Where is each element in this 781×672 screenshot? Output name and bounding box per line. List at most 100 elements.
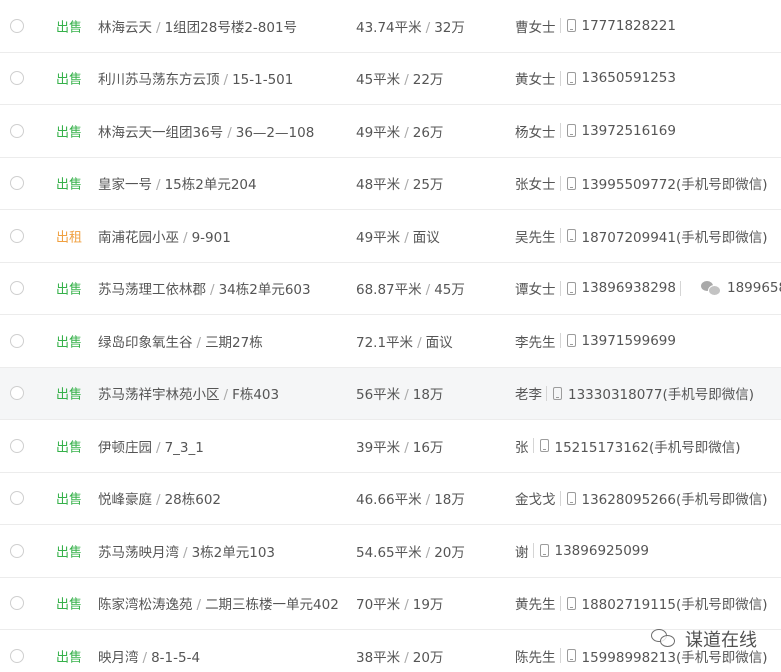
listing-title[interactable]: 陈家湾松涛逸苑 / 二期三栋楼一单元402 (98, 593, 339, 613)
separator: / (223, 72, 229, 89)
table-row[interactable]: 出租 南浦花园小巫/9-901 49平米 / 面议 吴先生 18707209941(手机号即… (0, 210, 781, 263)
separator: / (425, 19, 431, 36)
listing-title[interactable]: 绿岛印象氧生谷 / 三期27栋 (98, 331, 263, 351)
contact-name: 张女士 (515, 177, 556, 194)
separator: / (404, 387, 409, 404)
divider (559, 648, 561, 664)
community-name: 苏马荡祥宇林苑小区 (98, 387, 220, 404)
unit-number: 3栋2单元103 (191, 544, 276, 561)
select-radio[interactable] (10, 648, 24, 663)
area-value: 68.87平米 (356, 282, 422, 299)
listing-title[interactable]: 映月湾/8-1-5-4 (98, 646, 200, 666)
table-row[interactable]: 出售 苏马荡祥宇林苑小区 / F栋403 56平米/18万 老李 13330318077(手… (0, 367, 781, 420)
listing-title[interactable]: 林海云天一组团36号/36—2—108 (98, 121, 314, 141)
table-row[interactable]: 出售 绿岛印象氧生谷 / 三期27栋 72.1平米 / 面议 李先生 13971599699 (0, 315, 781, 368)
listing-title[interactable]: 苏马荡理工依林郡/34栋2单元603 (98, 278, 311, 298)
select-radio[interactable] (10, 491, 24, 506)
mobile-phone-icon (566, 124, 576, 138)
table-row[interactable]: 出售 利川苏马荡东方云顶/15-1-501 45平米/22万 黄女士 136505912… (0, 53, 781, 105)
contact-name: 谢 (515, 544, 529, 561)
area-price: 48平米/25万 (356, 173, 443, 193)
listing-type-label: 出售 (56, 177, 83, 193)
mobile-phone-icon (539, 439, 549, 453)
listing-title[interactable]: 苏马荡映月湾/3栋2单元103 (98, 541, 275, 561)
table-row[interactable]: 出售 陈家湾松涛逸苑 / 二期三栋楼一单元402 70平米/19万 黄先生 18802719… (0, 578, 781, 630)
separator: / (417, 334, 422, 351)
table-row[interactable]: 出售 苏马荡理工依林郡/34栋2单元603 68.87平米/45万 谭女士 138969… (0, 263, 781, 315)
separator: / (404, 124, 409, 141)
divider (559, 123, 561, 139)
contact-name: 吴先生 (515, 229, 556, 246)
contact-name: 李先生 (515, 334, 556, 351)
community-name: 南浦花园小巫 (98, 229, 179, 246)
phone-number: 17771828221 (581, 17, 676, 34)
contact-info: 金戈戈 13628095266(手机号即微信) (515, 488, 768, 508)
listing-title[interactable]: 悦峰豪庭/28栋602 (98, 488, 221, 508)
separator: / (156, 177, 161, 194)
select-radio[interactable] (10, 228, 24, 243)
listing-type-label: 出租 (56, 230, 83, 246)
table-row[interactable]: 出售 林海云天/1组团28号楼2-801号 43.74平米/32万 曹女士 177718… (0, 0, 781, 53)
select-radio[interactable] (10, 333, 24, 348)
watermark: 谋道在线 (651, 626, 757, 652)
contact-name: 杨女士 (515, 124, 556, 141)
area-price: 68.87平米/45万 (356, 278, 465, 298)
separator: / (196, 334, 202, 351)
separator: / (425, 282, 431, 299)
select-radio[interactable] (10, 18, 24, 33)
mobile-phone-icon (566, 176, 576, 190)
table-row[interactable]: 出售 悦峰豪庭/28栋602 46.66平米/18万 金戈戈 13628095266(手… (0, 473, 781, 525)
listing-title[interactable]: 林海云天/1组团28号楼2-801号 (98, 16, 297, 36)
price-value: 16万 (412, 439, 444, 456)
select-radio[interactable] (10, 71, 24, 86)
select-radio[interactable] (10, 438, 24, 453)
phone-number: 15215173162(手机号即微信) (554, 439, 741, 456)
separator: / (156, 439, 161, 456)
divider (559, 333, 561, 349)
area-price: 49平米 / 面议 (356, 226, 440, 246)
area-value: 39平米 (356, 439, 401, 456)
listing-type-label: 出售 (56, 650, 83, 666)
unit-number: 三期27栋 (205, 334, 263, 351)
divider (559, 280, 561, 296)
community-name: 苏马荡理工依林郡 (98, 282, 206, 299)
unit-number: 34栋2单元603 (218, 282, 311, 299)
listing-title[interactable]: 利川苏马荡东方云顶/15-1-501 (98, 68, 293, 88)
listing-title[interactable]: 苏马荡祥宇林苑小区 / F栋403 (98, 383, 279, 403)
community-name: 绿岛印象氧生谷 (98, 334, 193, 351)
separator: / (404, 649, 409, 666)
listing-title[interactable]: 皇家一号/15栋2单元204 (98, 173, 257, 193)
select-radio[interactable] (10, 596, 24, 611)
separator: / (156, 19, 161, 36)
divider (532, 438, 534, 454)
contact-info: 谭女士 13896938298 18996582254 (515, 278, 781, 298)
listing-type-label: 出售 (56, 387, 83, 403)
price-value: 20万 (434, 544, 465, 561)
mobile-phone-icon (566, 229, 576, 243)
table-row[interactable]: 出售 皇家一号/15栋2单元204 48平米/25万 张女士 13995509772(手… (0, 158, 781, 210)
contact-name: 黄女士 (515, 72, 556, 89)
divider (559, 175, 561, 191)
community-name: 伊顿庄园 (98, 439, 152, 456)
separator: / (210, 282, 215, 299)
table-row[interactable]: 出售 林海云天一组团36号/36—2—108 49平米/26万 杨女士 13972516… (0, 105, 781, 158)
listing-title[interactable]: 南浦花园小巫/9-901 (98, 226, 231, 246)
price-value: 面议 (425, 334, 453, 351)
separator: / (404, 439, 409, 456)
price-value: 18万 (434, 492, 465, 509)
table-row[interactable]: 出售 伊顿庄园/7_3_1 39平米/16万张 15215173162(手机号即微信) (0, 420, 781, 473)
listing-title[interactable]: 伊顿庄园/7_3_1 (98, 436, 204, 456)
select-radio[interactable] (10, 123, 24, 138)
select-radio[interactable] (10, 386, 24, 401)
table-row[interactable]: 出售 苏马荡映月湾/3栋2单元103 54.65平米/20万谢 13896925099 (0, 525, 781, 578)
select-radio[interactable] (10, 281, 24, 296)
listing-list: 出售 林海云天/1组团28号楼2-801号 43.74平米/32万 曹女士 177718… (0, 0, 781, 672)
phone-number: 13330318077(手机号即微信) (568, 387, 755, 404)
price-value: 32万 (434, 19, 465, 36)
select-radio[interactable] (10, 543, 24, 558)
select-radio[interactable] (10, 176, 24, 191)
divider (559, 18, 561, 34)
price-value: 26万 (412, 124, 444, 141)
contact-info: 杨女士 13972516169 (515, 121, 676, 141)
mobile-phone-icon (566, 491, 576, 505)
